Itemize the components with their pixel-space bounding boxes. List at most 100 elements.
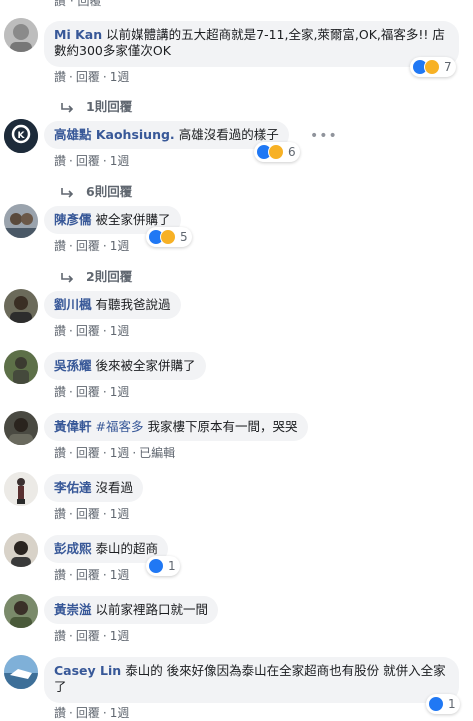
like-button[interactable]: 讚	[54, 568, 66, 582]
avatar[interactable]	[4, 289, 38, 323]
comment-bubble: Mi Kan 以前媒體講的五大超商就是7-11,全家,萊爾富,OK,福客多!! 店…	[44, 21, 459, 67]
comment-author[interactable]: 劉川楓	[54, 297, 92, 312]
comment-actions: 讚 · 回覆 · 1週	[54, 154, 130, 168]
comment-author[interactable]: 吳孫耀	[54, 358, 92, 373]
avatar[interactable]	[4, 204, 38, 238]
comment-text: 高雄沒看過的樣子	[178, 127, 279, 142]
like-button[interactable]: 讚	[54, 324, 66, 338]
avatar[interactable]	[4, 655, 38, 689]
timestamp[interactable]: 1週	[110, 568, 130, 582]
comment-actions: 讚 · 回覆 · 1週	[54, 385, 130, 399]
reply-button[interactable]: 回覆	[76, 568, 100, 582]
more-options-icon[interactable]: •••	[310, 128, 338, 144]
like-button[interactable]: 讚	[54, 0, 66, 8]
comment-author[interactable]: Mi Kan	[54, 27, 102, 42]
avatar[interactable]	[4, 472, 38, 506]
view-replies-link[interactable]: 6則回覆	[60, 181, 132, 200]
reply-button[interactable]: 回覆	[76, 507, 100, 521]
comment-actions: 讚 · 回覆 · 1週	[54, 324, 130, 338]
edited-label[interactable]: 已編輯	[139, 446, 175, 460]
comment-text: 後來被全家併購了	[95, 358, 196, 373]
reply-button[interactable]: 回覆	[76, 239, 100, 253]
comment-author[interactable]: 陳彥儒	[54, 212, 92, 227]
reaction-count: 5	[180, 230, 188, 244]
timestamp[interactable]: 1週	[110, 239, 130, 253]
reaction-count: 1	[168, 559, 176, 573]
comment-author[interactable]: Casey Lin	[54, 663, 121, 678]
reaction-count: 6	[288, 145, 296, 159]
comment-text: 以前家裡路口就一間	[95, 602, 209, 617]
top-comment-actions: 讚 · 回覆	[54, 0, 101, 9]
comment-text: 我家樓下原本有一間，哭哭	[147, 419, 298, 434]
reply-button[interactable]: 回覆	[76, 70, 100, 84]
reaction-summary[interactable]: 1	[426, 694, 460, 714]
reply-button[interactable]: 回覆	[76, 629, 100, 643]
reaction-summary[interactable]: 6	[254, 142, 300, 162]
comment-actions: 讚 · 回覆 · 1週	[54, 629, 130, 643]
reply-button[interactable]: 回覆	[76, 706, 100, 720]
view-replies-link[interactable]: 1則回覆	[60, 96, 132, 115]
like-button[interactable]: 讚	[54, 446, 66, 460]
timestamp[interactable]: 1週	[110, 706, 130, 720]
timestamp[interactable]: 1週	[110, 385, 130, 399]
reply-button[interactable]: 回覆	[76, 385, 100, 399]
timestamp[interactable]: 1週	[110, 324, 130, 338]
reply-button[interactable]: 回覆	[76, 324, 100, 338]
reaction-summary[interactable]: 5	[146, 227, 192, 247]
like-reaction-icon	[148, 558, 164, 574]
avatar[interactable]	[4, 533, 38, 567]
comment-actions: 讚 · 回覆 · 1週	[54, 568, 130, 582]
timestamp[interactable]: 1週	[110, 154, 130, 168]
like-button[interactable]: 讚	[54, 154, 66, 168]
comment-author[interactable]: 彭成熙	[54, 541, 92, 556]
reply-arrow-icon	[61, 272, 74, 283]
comment-actions: 讚 · 回覆 · 1週 · 已編輯	[54, 446, 176, 460]
avatar[interactable]	[4, 411, 38, 445]
like-button[interactable]: 讚	[54, 507, 66, 521]
comment-actions: 讚 · 回覆 · 1週	[54, 507, 130, 521]
comment-text: 沒看過	[95, 480, 134, 495]
reaction-count: 7	[444, 60, 452, 74]
comment-bubble: 劉川楓 有聽我爸說過	[44, 291, 181, 319]
timestamp[interactable]: 1週	[110, 446, 130, 460]
avatar[interactable]	[4, 594, 38, 628]
like-button[interactable]: 讚	[54, 239, 66, 253]
reply-button[interactable]: 回覆	[76, 154, 100, 168]
wow-reaction-icon	[160, 229, 176, 245]
like-button[interactable]: 讚	[54, 706, 66, 720]
view-replies-link[interactable]: 2則回覆	[60, 266, 132, 285]
comment-author[interactable]: 高雄點 Kaohsiung.	[54, 127, 175, 142]
hashtag-link[interactable]: #福客多	[96, 419, 144, 434]
timestamp[interactable]: 1週	[110, 629, 130, 643]
like-button[interactable]: 讚	[54, 385, 66, 399]
avatar[interactable]: K	[4, 119, 38, 153]
like-button[interactable]: 讚	[54, 629, 66, 643]
comment-bubble: 高雄點 Kaohsiung. 高雄沒看過的樣子	[44, 121, 289, 149]
haha-reaction-icon	[268, 144, 284, 160]
comment-bubble: 黃崇溢 以前家裡路口就一間	[44, 596, 219, 624]
avatar[interactable]	[4, 18, 38, 52]
comment-bubble: 李佑達 沒看過	[44, 474, 144, 502]
reply-button[interactable]: 回覆	[77, 0, 101, 8]
reply-button[interactable]: 回覆	[76, 446, 100, 460]
comment-author[interactable]: 李佑達	[54, 480, 92, 495]
reply-arrow-icon	[61, 102, 74, 113]
comment-text: 被全家併購了	[95, 212, 171, 227]
timestamp[interactable]: 1週	[110, 507, 130, 521]
reply-arrow-icon	[61, 187, 74, 198]
reaction-summary[interactable]: 7	[410, 57, 456, 77]
avatar[interactable]	[4, 350, 38, 384]
sad-reaction-icon	[424, 59, 440, 75]
comment-author[interactable]: 黃偉軒	[54, 419, 92, 434]
comment-author[interactable]: 黃崇溢	[54, 602, 92, 617]
like-button[interactable]: 讚	[54, 70, 66, 84]
comment-actions: 讚 · 回覆 · 1週	[54, 706, 130, 720]
timestamp[interactable]: 1週	[110, 70, 130, 84]
reaction-summary[interactable]: 1	[146, 556, 180, 576]
comment-text: 有聽我爸說過	[95, 297, 171, 312]
comment-actions: 讚 · 回覆 · 1週	[54, 70, 130, 84]
comment-bubble: 黃偉軒 #福客多 我家樓下原本有一間，哭哭	[44, 413, 308, 441]
svg-text:K: K	[18, 131, 26, 141]
comment-actions: 讚 · 回覆 · 1週	[54, 239, 130, 253]
comment-bubble: 吳孫耀 後來被全家併購了	[44, 352, 206, 380]
